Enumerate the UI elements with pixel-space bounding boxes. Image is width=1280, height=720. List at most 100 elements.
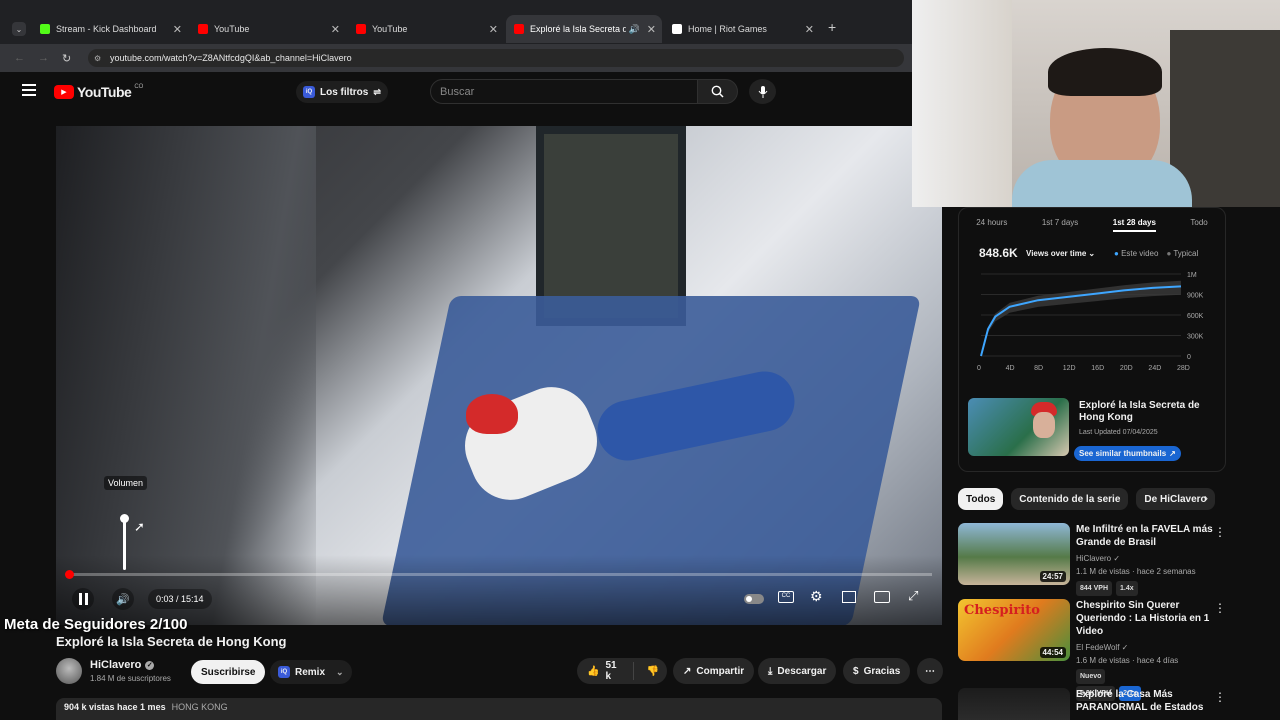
- chevron-right-icon[interactable]: ›: [1204, 491, 1208, 505]
- range-tab[interactable]: 1st 7 days: [1042, 218, 1078, 232]
- progress-bar[interactable]: [64, 570, 932, 579]
- download-icon: ⤓: [768, 665, 773, 677]
- volume-button[interactable]: 🔊: [112, 588, 134, 610]
- close-icon[interactable]: ✕: [647, 23, 656, 36]
- download-label: Descargar: [777, 665, 827, 677]
- range-tab-selected[interactable]: 1st 28 days: [1112, 218, 1156, 232]
- channel-avatar[interactable]: [56, 658, 82, 684]
- rec-channel-row: El FedeWolf ✓: [1076, 641, 1216, 654]
- views-total: 848.6K: [979, 246, 1018, 260]
- download-button[interactable]: ⤓ Descargar: [758, 658, 837, 684]
- close-icon[interactable]: ✕: [173, 23, 182, 36]
- list-item[interactable]: Chespirito 44:54 Chespirito Sin Querer Q…: [958, 599, 1228, 701]
- close-icon[interactable]: ✕: [805, 23, 814, 36]
- tab-search-button[interactable]: ⌄: [12, 22, 26, 36]
- tab-kick[interactable]: Stream - Kick Dashboard ✕: [32, 15, 188, 43]
- new-tab-button[interactable]: +: [828, 19, 836, 35]
- video-thumbnail[interactable]: 24:57: [958, 523, 1070, 585]
- chip-channel[interactable]: De HiClavero: [1136, 488, 1215, 510]
- kick-icon: [40, 24, 50, 34]
- back-icon[interactable]: ←: [14, 52, 25, 64]
- search-button[interactable]: [697, 79, 738, 104]
- tab-youtube-1[interactable]: YouTube ✕: [190, 15, 346, 43]
- analytics-thumbnail[interactable]: [968, 398, 1069, 456]
- more-actions-button[interactable]: ⋯: [917, 658, 943, 684]
- tab-youtube-2[interactable]: YouTube ✕: [348, 15, 504, 43]
- rec-channel[interactable]: HiClavero: [1076, 554, 1111, 563]
- rec-stats: 1.6 M de vistas · hace 4 días: [1076, 656, 1179, 665]
- forward-icon[interactable]: →: [38, 52, 49, 64]
- dislike-button[interactable]: 👎: [639, 666, 667, 677]
- more-vert-icon[interactable]: ⋮: [1214, 525, 1226, 539]
- list-item[interactable]: 24:57 Me Infiltré en la FAVELA más Grand…: [958, 523, 1228, 596]
- range-tab[interactable]: 24 hours: [976, 218, 1007, 232]
- range-tab[interactable]: Todo: [1190, 218, 1207, 232]
- external-link-icon: ↗: [1169, 449, 1176, 458]
- rec-title[interactable]: Chespirito Sin Querer Queriendo : La His…: [1076, 599, 1216, 638]
- url-field[interactable]: ⚙ youtube.com/watch?v=Z8ANtfcdgQI&ab_cha…: [88, 49, 904, 67]
- thanks-button[interactable]: $ Gracias: [843, 658, 911, 684]
- mouse-cursor-icon: ➚: [134, 519, 145, 534]
- views-and-date: 904 k vistas hace 1 mes: [64, 702, 166, 712]
- rec-text: Exploré la Casa Más PARANORMAL de Estado…: [1076, 688, 1216, 720]
- country-code: CO: [134, 84, 144, 90]
- chip-all[interactable]: Todos: [958, 488, 1004, 510]
- remix-label: Remix: [295, 666, 326, 678]
- extension-icon: iQ: [278, 666, 290, 678]
- rec-text: Me Infiltré en la FAVELA más Grande de B…: [1076, 523, 1216, 596]
- like-button[interactable]: 👍 51 k: [577, 660, 634, 682]
- hashtag[interactable]: HONG KONG: [172, 702, 228, 716]
- close-icon[interactable]: ✕: [489, 23, 498, 36]
- more-vert-icon[interactable]: ⋮: [1214, 601, 1226, 615]
- search-input[interactable]: Buscar: [430, 79, 698, 104]
- volume-handle[interactable]: [120, 514, 129, 523]
- tab-active-video[interactable]: Exploré la Isla Secreta de H 🔊 ✕: [506, 15, 662, 43]
- volume-slider[interactable]: [120, 514, 129, 570]
- filters-button[interactable]: iQ Los filtros ⇌: [296, 81, 388, 103]
- vph-badge: 844 VPH: [1076, 581, 1113, 596]
- menu-icon[interactable]: [22, 84, 36, 96]
- rec-title[interactable]: Me Infiltré en la FAVELA más Grande de B…: [1076, 523, 1216, 549]
- autoplay-toggle[interactable]: [744, 594, 764, 604]
- search-icon: [711, 85, 724, 98]
- reload-icon[interactable]: ↻: [62, 52, 71, 65]
- close-icon[interactable]: ✕: [331, 23, 340, 36]
- x-tick-label: 16D: [1091, 365, 1104, 372]
- tab-riot[interactable]: Home | Riot Games ✕: [664, 15, 820, 43]
- progress-handle[interactable]: [64, 570, 74, 579]
- site-info-icon[interactable]: ⚙: [94, 54, 101, 63]
- speaker-icon[interactable]: 🔊: [629, 24, 640, 35]
- theater-mode-icon[interactable]: [874, 591, 890, 603]
- channel-name[interactable]: HiClavero: [90, 659, 141, 671]
- video-thumbnail[interactable]: Chespirito 44:54: [958, 599, 1070, 661]
- riot-icon: [672, 24, 682, 34]
- video-frame-shade: [56, 126, 316, 625]
- see-similar-button[interactable]: See similar thumbnails ↗: [1074, 446, 1181, 461]
- subscribe-button[interactable]: Suscribirse: [191, 660, 266, 684]
- video-player[interactable]: Volumen ➚ 🔊 0:03 / 15:14 CC ⚙ ⤢: [56, 126, 942, 625]
- thumbs-up-icon: 👍: [587, 665, 600, 677]
- metric-dropdown[interactable]: Views over time ⌄: [1026, 249, 1095, 258]
- rec-channel[interactable]: El FedeWolf: [1076, 643, 1119, 652]
- x-tick-label: 24D: [1148, 365, 1161, 372]
- description-box[interactable]: 904 k vistas hace 1 mes HONG KONG: [56, 698, 942, 720]
- chip-label: Contenido de la serie: [1019, 493, 1121, 505]
- settings-icon[interactable]: ⚙: [810, 588, 823, 605]
- pause-button[interactable]: [72, 588, 94, 610]
- video-thumbnail[interactable]: [958, 688, 1070, 720]
- voice-search-button[interactable]: [749, 79, 776, 104]
- fullscreen-icon[interactable]: ⤢: [908, 588, 918, 604]
- subtitles-icon[interactable]: CC: [778, 591, 794, 603]
- rec-chip-bar: Todos Contenido de la serie De HiClavero: [958, 488, 1215, 510]
- list-item[interactable]: Exploré la Casa Más PARANORMAL de Estado…: [958, 688, 1228, 720]
- channel-name-row[interactable]: HiClavero ✓: [90, 659, 155, 671]
- more-vert-icon[interactable]: ⋮: [1214, 690, 1226, 704]
- miniplayer-icon[interactable]: [842, 591, 856, 603]
- youtube-logo[interactable]: ▶ YouTube CO: [54, 84, 143, 100]
- share-button[interactable]: ↗ Compartir: [673, 658, 755, 684]
- x-tick-label: 0: [977, 365, 981, 372]
- rec-title[interactable]: Exploré la Casa Más PARANORMAL de Estado…: [1076, 688, 1216, 714]
- pause-icon-bar: [84, 593, 88, 605]
- chip-series[interactable]: Contenido de la serie: [1011, 488, 1129, 510]
- remix-button[interactable]: iQ Remix ⌄: [270, 660, 352, 684]
